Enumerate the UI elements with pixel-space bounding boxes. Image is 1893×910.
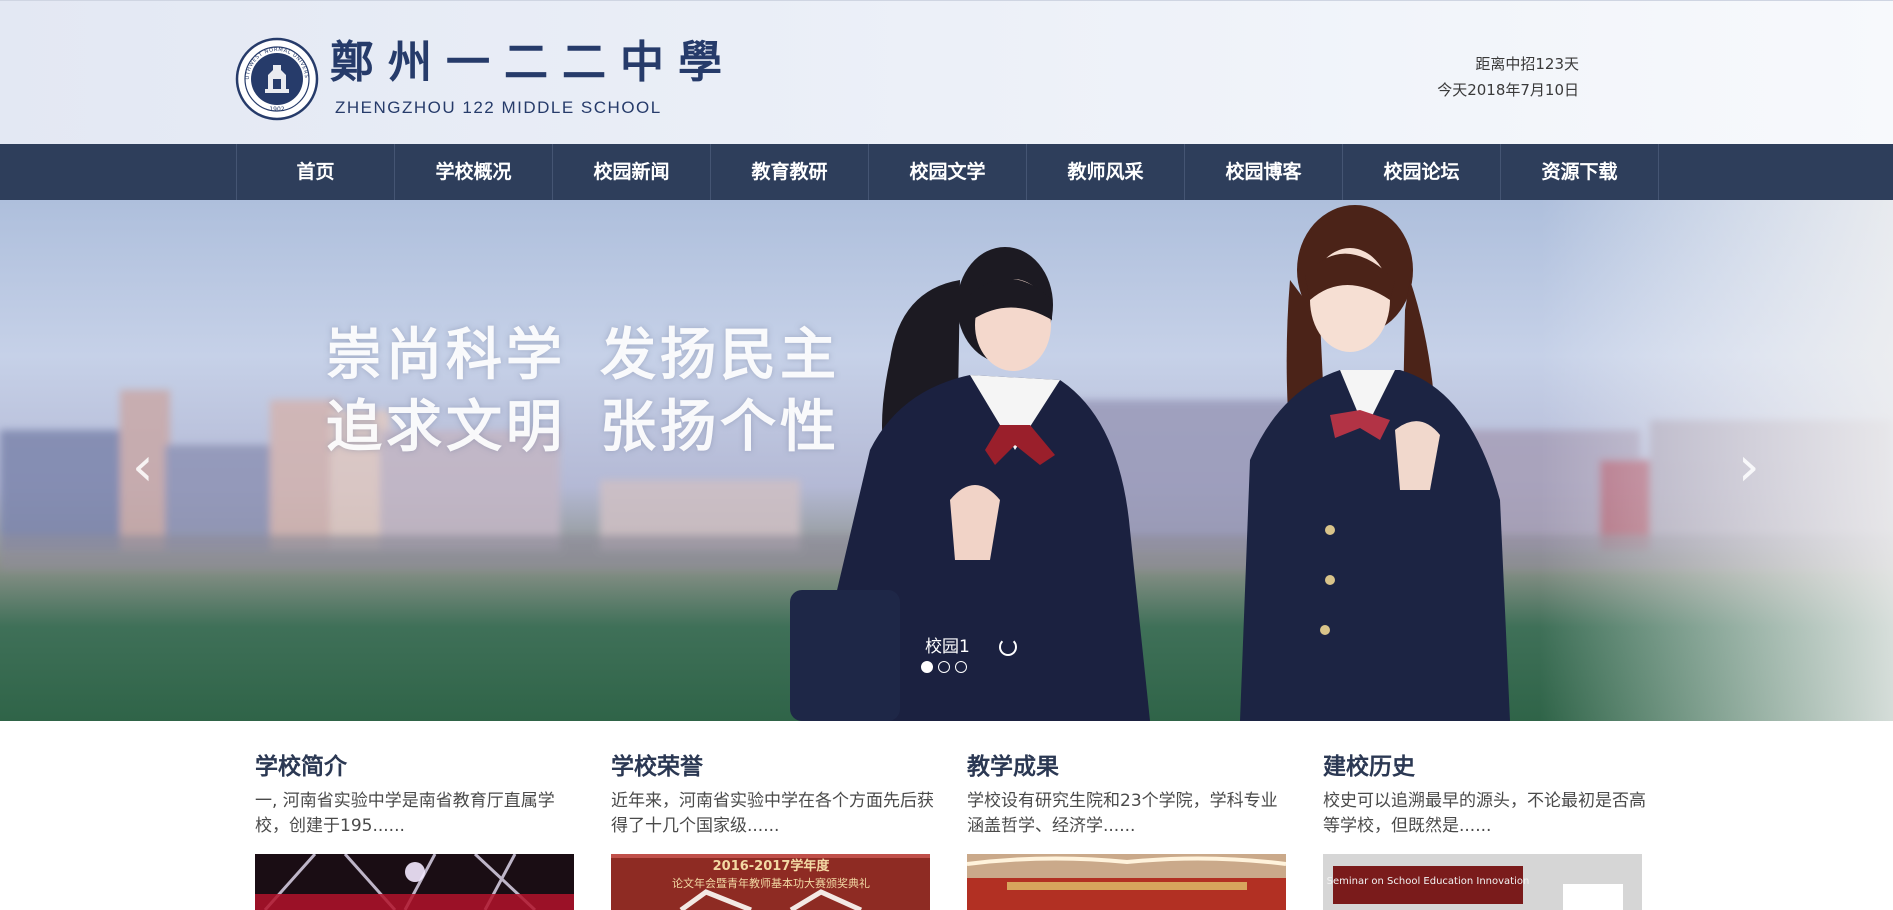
- slide-caption: 校园1: [925, 637, 970, 657]
- banner-slogan: 崇尚科学 发扬民主 追求文明 张扬个性: [326, 320, 874, 464]
- slogan-phrase-1: 崇尚科学: [326, 323, 566, 388]
- carousel-dot-3[interactable]: [955, 661, 967, 673]
- loading-spinner-icon: [999, 638, 1017, 656]
- card-image-seminar[interactable]: Seminar on School Education Innovation: [1323, 854, 1642, 910]
- nav-item-teacher-showcase[interactable]: 教师风采: [1027, 144, 1185, 200]
- card-summary: 学校设有研究生院和23个学院，学科专业涵盖哲学、经济学......: [967, 791, 1278, 836]
- carousel-prev-icon[interactable]: ‹: [132, 440, 154, 494]
- card-image-text: Seminar on School Education Innovation: [1327, 876, 1530, 887]
- card-summary: 近年来，河南省实验中学在各个方面先后获得了十几个国家级......: [611, 791, 934, 836]
- school-seal-logo[interactable]: 1902 SOUTHWEST NORMAL UNIVERSITY: [235, 37, 319, 121]
- school-name-chinese[interactable]: 鄭州一二二中學: [330, 39, 736, 87]
- carousel-indicators: [921, 661, 967, 673]
- card-image-auditorium[interactable]: [967, 854, 1286, 910]
- card-image-text: 2016-2017学年度: [713, 858, 831, 874]
- header-info: 距离中招123天 今天2018年7月10日: [1437, 51, 1579, 103]
- exam-countdown: 距离中招123天: [1475, 55, 1579, 73]
- slogan-phrase-3: 追求文明: [326, 395, 566, 460]
- nav-item-campus-news[interactable]: 校园新闻: [553, 144, 711, 200]
- carousel-dot-1[interactable]: [921, 661, 933, 673]
- slogan-phrase-2: 发扬民主: [600, 323, 840, 388]
- carousel-next-icon[interactable]: ›: [1738, 440, 1760, 494]
- carousel-dot-2[interactable]: [938, 661, 950, 673]
- nav-menu: 首页 学校概况 校园新闻 教育教研 校园文学 教师风采 校园博客 校园论坛 资源…: [236, 144, 1659, 200]
- card-title[interactable]: 学校简介: [255, 747, 347, 781]
- nav-item-school-overview[interactable]: 学校概况: [395, 144, 553, 200]
- seal-year: 1902: [269, 106, 284, 113]
- nav-item-campus-blog[interactable]: 校园博客: [1185, 144, 1343, 200]
- current-date: 今天2018年7月10日: [1437, 81, 1579, 99]
- card-title[interactable]: 建校历史: [1323, 747, 1415, 781]
- nav-item-campus-literature[interactable]: 校园文学: [869, 144, 1027, 200]
- hero-carousel[interactable]: 崇尚科学 发扬民主 追求文明 张扬个性 ‹ › 校园1: [0, 200, 1893, 721]
- card-image-award-ceremony[interactable]: 2016-2017学年度 论文年会暨青年教师基本功大赛颁奖典礼: [611, 854, 930, 910]
- site-header: 1902 SOUTHWEST NORMAL UNIVERSITY 鄭州一二二中學…: [0, 0, 1893, 144]
- card-summary: 一, 河南省实验中学是南省教育厅直属学校，创建于195......: [255, 791, 555, 836]
- nav-item-teaching-research[interactable]: 教育教研: [711, 144, 869, 200]
- slogan-line-2: 追求文明 张扬个性: [326, 392, 874, 464]
- school-name-english: ZHENGZHOU 122 MIDDLE SCHOOL: [335, 98, 662, 117]
- student-left: [790, 247, 1150, 721]
- card-image-stage-lights[interactable]: [255, 854, 574, 910]
- slogan-phrase-4: 张扬个性: [600, 395, 840, 460]
- nav-item-campus-forum[interactable]: 校园论坛: [1343, 144, 1501, 200]
- slogan-line-1: 崇尚科学 发扬民主: [326, 320, 874, 392]
- card-title[interactable]: 教学成果: [967, 747, 1059, 781]
- card-title[interactable]: 学校荣誉: [611, 747, 703, 781]
- nav-item-home[interactable]: 首页: [237, 144, 395, 200]
- student-right: [1240, 205, 1510, 721]
- card-image-text: 论文年会暨青年教师基本功大赛颁奖典礼: [672, 876, 870, 890]
- main-nav: 首页 学校概况 校园新闻 教育教研 校园文学 教师风采 校园博客 校园论坛 资源…: [0, 144, 1893, 200]
- nav-item-downloads[interactable]: 资源下载: [1501, 144, 1659, 200]
- intro-cards: 学校简介 一, 河南省实验中学是南省教育厅直属学校，创建于195...... 学…: [255, 721, 1655, 910]
- card-summary: 校史可以追溯最早的源头，不论最初是否高等学校，但既然是......: [1323, 791, 1646, 836]
